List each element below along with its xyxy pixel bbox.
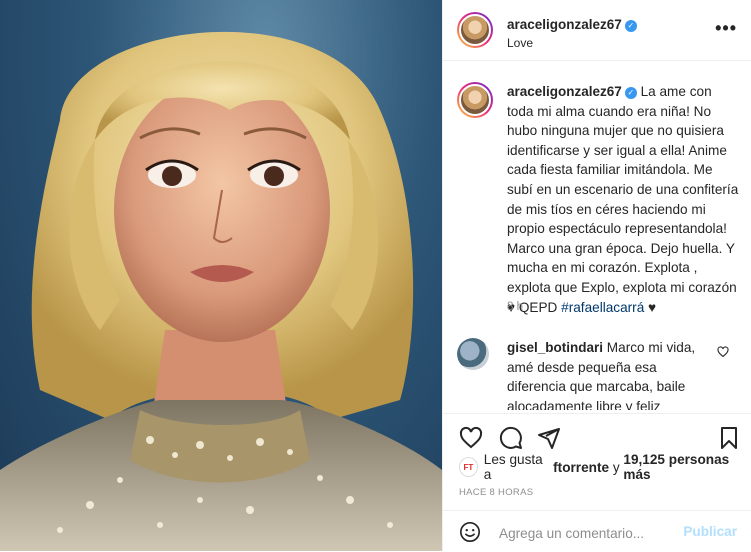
- commenter-username[interactable]: gisel_botindari: [507, 340, 603, 355]
- liker-username[interactable]: ftorrente: [553, 460, 609, 475]
- commenter-avatar[interactable]: [457, 338, 489, 370]
- post-timestamp: HACE 8 HORAS: [459, 487, 534, 498]
- verified-badge-icon: ✓: [624, 87, 637, 99]
- comment-input[interactable]: [497, 521, 676, 545]
- add-comment-bar: Publicar: [443, 510, 751, 552]
- post-location[interactable]: Love: [507, 36, 533, 50]
- section-divider: [443, 413, 751, 414]
- post-caption: araceligonzalez67 ✓ La ame con toda mi al…: [507, 82, 739, 317]
- comment-like-heart-icon[interactable]: [717, 346, 729, 358]
- portrait-illustration: [0, 31, 442, 551]
- caption-username[interactable]: araceligonzalez67: [507, 84, 622, 99]
- post-header: araceligonzalez67 ✓ Love •••: [443, 0, 751, 61]
- instagram-post: araceligonzalez67 ✓ Love ••• araceligonza…: [0, 0, 751, 551]
- likes-count[interactable]: 19,125 personas más: [623, 452, 751, 482]
- hashtag-link[interactable]: #rafaellacarrá: [561, 300, 644, 315]
- caption-end: ♥: [644, 299, 657, 315]
- more-options-icon[interactable]: •••: [715, 18, 737, 39]
- author-avatar[interactable]: [457, 12, 493, 48]
- caption-avatar[interactable]: [457, 82, 493, 118]
- action-bar: [443, 420, 751, 456]
- comment-item: gisel_botindari Marco mi vida, amé desde…: [507, 338, 707, 410]
- author-line: araceligonzalez67 ✓: [507, 16, 637, 34]
- caption-time: 8 h: [507, 301, 523, 313]
- verified-badge-icon: ✓: [624, 20, 637, 32]
- caption-text: La ame con toda mi alma cuando era niña!…: [507, 84, 739, 315]
- comment-icon[interactable]: [499, 426, 523, 450]
- likes-prefix: Les gusta a: [483, 452, 543, 482]
- liker-avatar[interactable]: FT: [459, 457, 478, 477]
- post-side-panel: araceligonzalez67 ✓ Love ••• araceligonza…: [442, 0, 751, 551]
- post-photo[interactable]: [0, 0, 442, 551]
- heart-icon[interactable]: [459, 426, 483, 450]
- publish-button[interactable]: Publicar: [683, 524, 737, 539]
- emoji-icon[interactable]: [459, 521, 481, 543]
- share-icon[interactable]: [537, 426, 561, 450]
- likes-summary: FT Les gusta a ftorrente y 19,125 person…: [459, 452, 751, 482]
- bookmark-icon[interactable]: [717, 426, 741, 450]
- author-username[interactable]: araceligonzalez67: [507, 17, 622, 32]
- likes-middle: y: [612, 459, 620, 475]
